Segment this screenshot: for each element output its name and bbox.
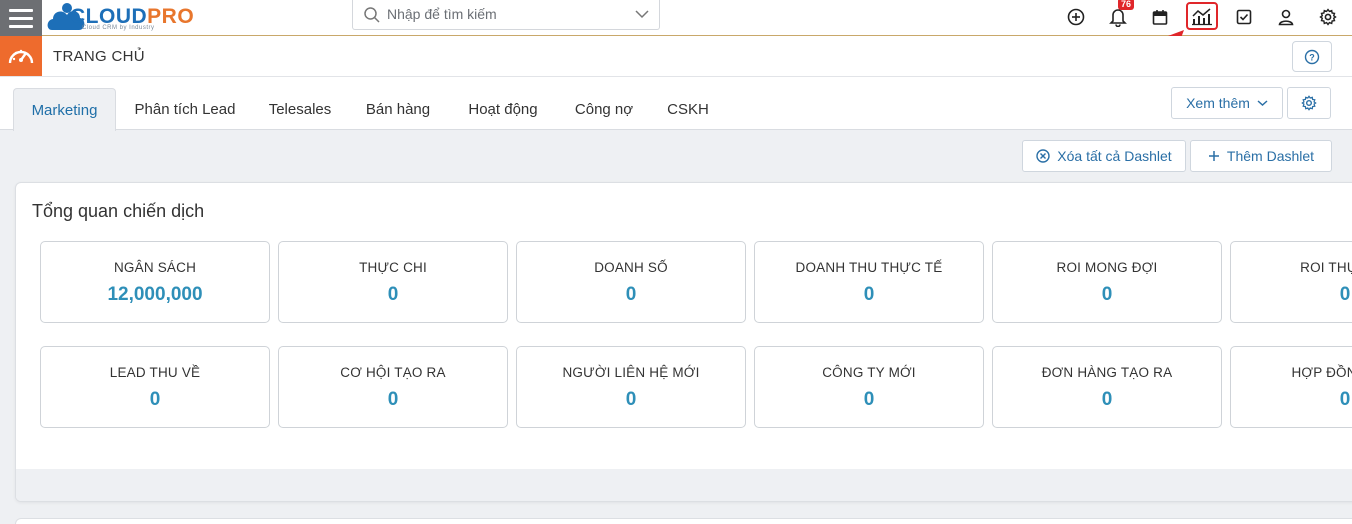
- kpi-label: CÔNG TY MỚI: [822, 365, 916, 380]
- kpi-value: 0: [1339, 284, 1351, 305]
- tab-debts[interactable]: Công nợ: [566, 88, 642, 130]
- search-box[interactable]: [352, 0, 660, 30]
- add-dashlet-label: Thêm Dashlet: [1226, 148, 1315, 164]
- tab-customer-care[interactable]: CSKH: [660, 88, 716, 130]
- kpi-card: LEAD THU VỀ 0: [40, 346, 270, 428]
- menu-icon[interactable]: [0, 0, 42, 36]
- kpi-card: ĐƠN HÀNG TẠO RA 0: [992, 346, 1222, 428]
- kpi-value: 0: [863, 284, 875, 305]
- gear-icon: [1301, 95, 1317, 111]
- kpi-card: NGÂN SÁCH 12,000,000: [40, 241, 270, 323]
- kpi-card: ROI THỰC TẾ 0: [1230, 241, 1352, 323]
- dashlet-footer: [16, 469, 1352, 501]
- kpi-card: DOANH SỐ 0: [516, 241, 746, 323]
- dashboard-gauge-icon[interactable]: [0, 36, 42, 76]
- page-header: TRANG CHỦ ?: [0, 36, 1352, 77]
- dashboard-tabs: Marketing Phân tích Lead Telesales Bán h…: [0, 77, 1352, 131]
- tab-marketing[interactable]: Marketing: [13, 88, 116, 131]
- clear-all-dashlets-button[interactable]: Xóa tất cả Dashlet: [1022, 140, 1186, 172]
- kpi-value: 0: [1339, 389, 1351, 410]
- dashlet-title: Tổng quan chiến dịch: [32, 201, 205, 221]
- kpi-label: THỰC CHI: [359, 260, 427, 275]
- kpi-card: THỰC CHI 0: [278, 241, 508, 323]
- page-title: TRANG CHỦ: [53, 48, 145, 65]
- kpi-value: 0: [387, 389, 399, 410]
- svg-text:?: ?: [1309, 52, 1315, 62]
- chevron-down-icon: [1257, 100, 1268, 107]
- checkbox-task-icon[interactable]: [1232, 5, 1256, 29]
- kpi-card: NGƯỜI LIÊN HỆ MỚI 0: [516, 346, 746, 428]
- kpi-card: HỢP ĐỒNG MỚI 0: [1230, 346, 1352, 428]
- kpi-label: ROI MONG ĐỢI: [1056, 260, 1158, 275]
- gear-icon[interactable]: [1316, 5, 1340, 29]
- report-chart-icon[interactable]: [1186, 2, 1218, 30]
- add-dashlet-button[interactable]: Thêm Dashlet: [1190, 140, 1332, 172]
- kpi-label: DOANH THU THỰC TẾ: [795, 260, 943, 275]
- kpi-label: NGÂN SÁCH: [113, 260, 197, 275]
- close-circle-icon: [1036, 149, 1050, 163]
- kpi-value: 12,000,000: [107, 284, 203, 305]
- kpi-card: CÔNG TY MỚI 0: [754, 346, 984, 428]
- kpi-label: CƠ HỘI TẠO RA: [340, 365, 446, 380]
- search-icon: [364, 7, 380, 23]
- more-tabs-button[interactable]: Xem thêm: [1171, 87, 1283, 119]
- next-dashlet: [15, 518, 1352, 524]
- plus-icon: [1208, 151, 1219, 161]
- campaign-overview-dashlet: Tổng quan chiến dịch NGÂN SÁCH 12,000,00…: [15, 182, 1352, 502]
- tab-settings-button[interactable]: [1287, 87, 1331, 119]
- kpi-value: 0: [149, 389, 161, 410]
- kpi-value: 0: [1101, 389, 1113, 410]
- kpi-value: 0: [387, 284, 399, 305]
- tab-activities[interactable]: Hoạt động: [456, 88, 550, 130]
- kpi-label: HỢP ĐỒNG MỚI: [1291, 365, 1352, 380]
- kpi-value: 0: [625, 389, 637, 410]
- kpi-label: NGƯỜI LIÊN HỆ MỚI: [562, 365, 700, 380]
- help-button[interactable]: ?: [1292, 41, 1332, 72]
- search-input[interactable]: [387, 4, 627, 24]
- help-icon: ?: [1304, 49, 1320, 64]
- add-icon[interactable]: [1064, 5, 1088, 29]
- brand-tagline: Cloud CRM by Industry: [82, 25, 155, 31]
- tab-telesales[interactable]: Telesales: [260, 88, 340, 130]
- tab-sales[interactable]: Bán hàng: [356, 88, 440, 130]
- kpi-card: ROI MONG ĐỢI 0: [992, 241, 1222, 323]
- tab-lead-analysis[interactable]: Phân tích Lead: [124, 88, 246, 130]
- kpi-card: CƠ HỘI TẠO RA 0: [278, 346, 508, 428]
- more-tabs-label: Xem thêm: [1186, 95, 1250, 111]
- kpi-label: ROI THỰC TẾ: [1300, 260, 1352, 275]
- kpi-label: DOANH SỐ: [594, 260, 668, 275]
- chevron-down-icon[interactable]: [635, 8, 649, 20]
- user-icon[interactable]: [1274, 5, 1298, 29]
- clear-all-dashlets-label: Xóa tất cả Dashlet: [1057, 148, 1172, 164]
- kpi-value: 0: [1101, 284, 1113, 305]
- kpi-card: DOANH THU THỰC TẾ 0: [754, 241, 984, 323]
- brand-logo[interactable]: CLOUDPRO Cloud CRM by Industry: [46, 0, 206, 34]
- notification-badge: 76: [1118, 0, 1135, 10]
- kpi-value: 0: [863, 389, 875, 410]
- kpi-label: ĐƠN HÀNG TẠO RA: [1041, 365, 1173, 380]
- kpi-value: 0: [625, 284, 637, 305]
- kpi-label: LEAD THU VỀ: [109, 365, 201, 380]
